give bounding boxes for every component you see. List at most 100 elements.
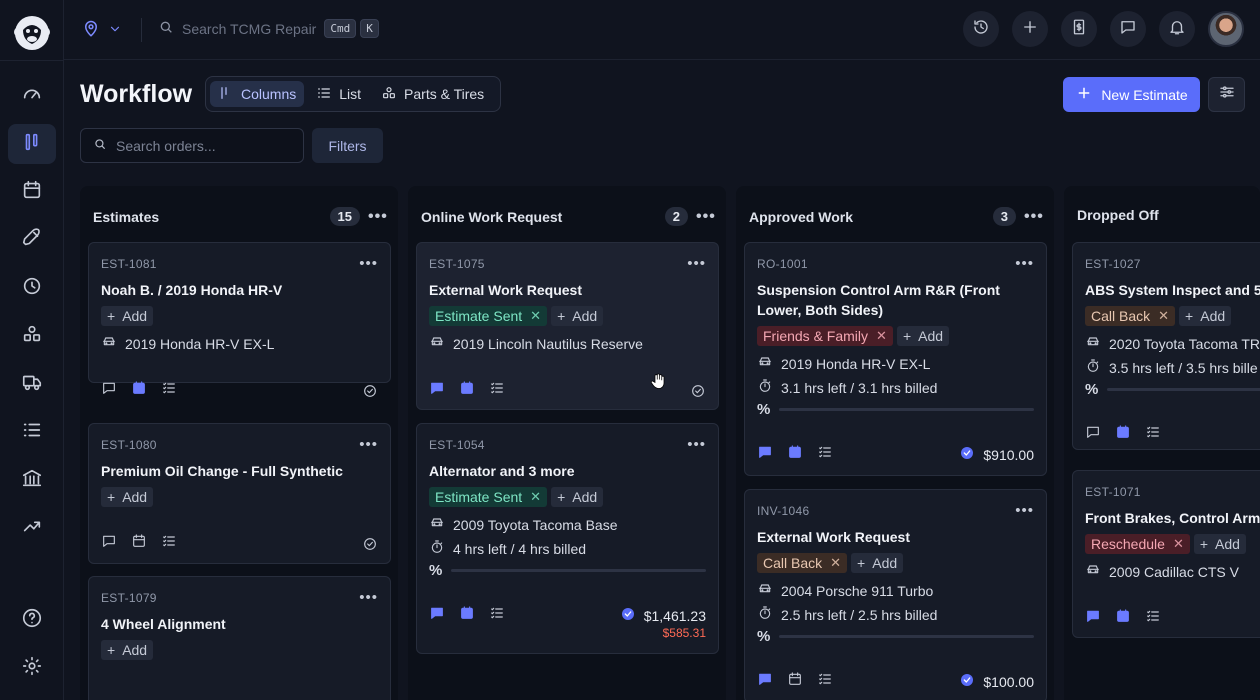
status-badge[interactable]: Reschedule ✕ xyxy=(1085,534,1190,554)
remove-tag-icon[interactable]: ✕ xyxy=(1173,536,1184,552)
global-search[interactable]: Search TCMG Repair Cmd K xyxy=(158,19,379,38)
checklist-icon[interactable] xyxy=(161,380,177,401)
add-tag-button[interactable]: + Add xyxy=(101,640,154,660)
remove-tag-icon[interactable]: ✕ xyxy=(876,328,887,344)
add-tag-button[interactable]: + Add xyxy=(101,306,154,326)
add-button[interactable] xyxy=(1012,11,1048,47)
calendar-icon[interactable] xyxy=(459,380,475,401)
column-menu-icon[interactable]: ••• xyxy=(1024,208,1043,224)
history-button[interactable] xyxy=(963,11,999,47)
tab-list[interactable]: List xyxy=(308,81,369,107)
card-menu-icon[interactable]: ••• xyxy=(359,436,378,453)
status-badge[interactable]: Call Back ✕ xyxy=(1085,306,1176,326)
column-menu-icon[interactable]: ••• xyxy=(368,208,387,224)
calendar-icon[interactable] xyxy=(1115,608,1131,629)
sidebar-item-history[interactable] xyxy=(8,268,56,308)
order-card[interactable]: EST-1081 ••• Noah B. / 2019 Honda HR-V +… xyxy=(88,242,391,397)
sidebar-item-settings[interactable] xyxy=(8,648,56,688)
check-circle-icon[interactable] xyxy=(362,383,378,399)
status-badge[interactable]: Call Back ✕ xyxy=(757,553,848,573)
tab-columns[interactable]: Columns xyxy=(210,81,305,107)
order-card[interactable]: RO-1001 ••• Suspension Control Arm R&R (… xyxy=(744,242,1047,476)
order-search-input[interactable]: Search orders... xyxy=(80,128,304,163)
add-tag-button[interactable]: + Add xyxy=(896,326,950,346)
order-card[interactable]: EST-1027 ABS System Inspect and 5 m Call… xyxy=(1072,242,1260,450)
remove-tag-icon[interactable]: ✕ xyxy=(530,308,541,324)
monkey-logo-icon[interactable] xyxy=(11,12,53,54)
chat-icon[interactable] xyxy=(429,605,445,626)
messages-button[interactable] xyxy=(1110,11,1146,47)
card-menu-icon[interactable]: ••• xyxy=(687,255,706,272)
sidebar-item-fleet[interactable] xyxy=(8,364,56,404)
calendar-icon[interactable] xyxy=(1115,424,1131,445)
status-badge[interactable]: Estimate Sent ✕ xyxy=(429,487,548,507)
tab-parts-tires[interactable]: Parts & Tires xyxy=(373,81,492,107)
invoice-button[interactable] xyxy=(1061,11,1097,47)
status-badge[interactable]: Estimate Sent ✕ xyxy=(429,306,548,326)
sidebar-item-accounting[interactable] xyxy=(8,460,56,500)
order-card[interactable]: EST-1080 ••• Premium Oil Change - Full S… xyxy=(88,423,391,564)
sidebar-item-workflow[interactable] xyxy=(8,124,56,164)
sidebar-item-dashboard[interactable] xyxy=(8,76,56,116)
remove-tag-icon[interactable]: ✕ xyxy=(830,555,841,571)
checklist-icon[interactable] xyxy=(1145,424,1161,445)
sidebar-item-launch[interactable] xyxy=(8,220,56,260)
filters-button[interactable]: Filters xyxy=(312,128,383,163)
chat-icon[interactable] xyxy=(757,671,773,692)
add-tag-button[interactable]: + Add xyxy=(1179,306,1232,326)
notifications-button[interactable] xyxy=(1159,11,1195,47)
sidebar-item-parts[interactable] xyxy=(8,316,56,356)
sidebar-item-lists[interactable] xyxy=(8,412,56,452)
checklist-icon[interactable] xyxy=(161,533,177,554)
chat-icon[interactable] xyxy=(1085,608,1101,629)
chat-icon[interactable] xyxy=(757,444,773,465)
status-badge[interactable]: Friends & Family ✕ xyxy=(757,326,893,346)
card-menu-icon[interactable]: ••• xyxy=(359,255,378,272)
checklist-icon[interactable] xyxy=(817,444,833,465)
remove-tag-icon[interactable]: ✕ xyxy=(530,489,541,505)
columns-icon xyxy=(218,85,234,104)
card-menu-icon[interactable]: ••• xyxy=(1015,502,1034,519)
add-tag-button[interactable]: + Add xyxy=(1193,534,1246,554)
new-estimate-button[interactable]: New Estimate xyxy=(1063,77,1200,112)
calendar-icon[interactable] xyxy=(787,671,803,692)
location-selector[interactable] xyxy=(82,20,122,43)
calendar-icon[interactable] xyxy=(131,533,147,554)
add-tag-button[interactable]: + Add xyxy=(101,487,154,507)
sidebar-item-help[interactable] xyxy=(8,600,56,640)
sidebar-item-calendar[interactable] xyxy=(8,172,56,212)
chat-icon[interactable] xyxy=(101,533,117,554)
order-card[interactable]: EST-1071 Front Brakes, Control Arms, Res… xyxy=(1072,470,1260,638)
order-card[interactable]: EST-1075 ••• External Work Request Estim… xyxy=(416,242,719,410)
card-menu-icon[interactable]: ••• xyxy=(359,589,378,606)
order-card[interactable]: EST-1054 ••• Alternator and 3 more Estim… xyxy=(416,423,719,654)
chat-icon[interactable] xyxy=(429,380,445,401)
sidebar-item-reports[interactable] xyxy=(8,508,56,548)
card-menu-icon[interactable]: ••• xyxy=(687,436,706,453)
order-title: Front Brakes, Control Arms, xyxy=(1085,510,1260,526)
calendar-icon[interactable] xyxy=(459,605,475,626)
checklist-icon[interactable] xyxy=(817,671,833,692)
check-circle-icon[interactable] xyxy=(362,536,378,552)
add-tag-button[interactable]: + Add xyxy=(851,553,904,573)
checklist-icon[interactable] xyxy=(1145,608,1161,629)
check-circle-icon[interactable] xyxy=(690,383,706,399)
avatar[interactable] xyxy=(1208,11,1244,47)
column-title: Approved Work xyxy=(749,208,853,225)
checklist-icon[interactable] xyxy=(489,605,505,626)
checklist-icon[interactable] xyxy=(489,380,505,401)
add-tag-button[interactable]: + Add xyxy=(551,306,604,326)
order-card[interactable]: EST-1079 ••• 4 Wheel Alignment + Add xyxy=(88,576,391,700)
chat-icon[interactable] xyxy=(1085,424,1101,445)
calendar-icon[interactable] xyxy=(787,444,803,465)
add-tag-button[interactable]: + Add xyxy=(551,487,604,507)
board-settings-button[interactable] xyxy=(1208,77,1245,112)
remove-tag-icon[interactable]: ✕ xyxy=(1158,308,1169,324)
chat-icon[interactable] xyxy=(101,380,117,401)
card-menu-icon[interactable]: ••• xyxy=(1015,255,1034,272)
calendar-icon[interactable] xyxy=(131,380,147,401)
plus-icon: + xyxy=(857,555,866,571)
order-title: External Work Request xyxy=(757,529,911,545)
order-card[interactable]: INV-1046 ••• External Work Request Call … xyxy=(744,489,1047,700)
column-menu-icon[interactable]: ••• xyxy=(696,208,715,224)
